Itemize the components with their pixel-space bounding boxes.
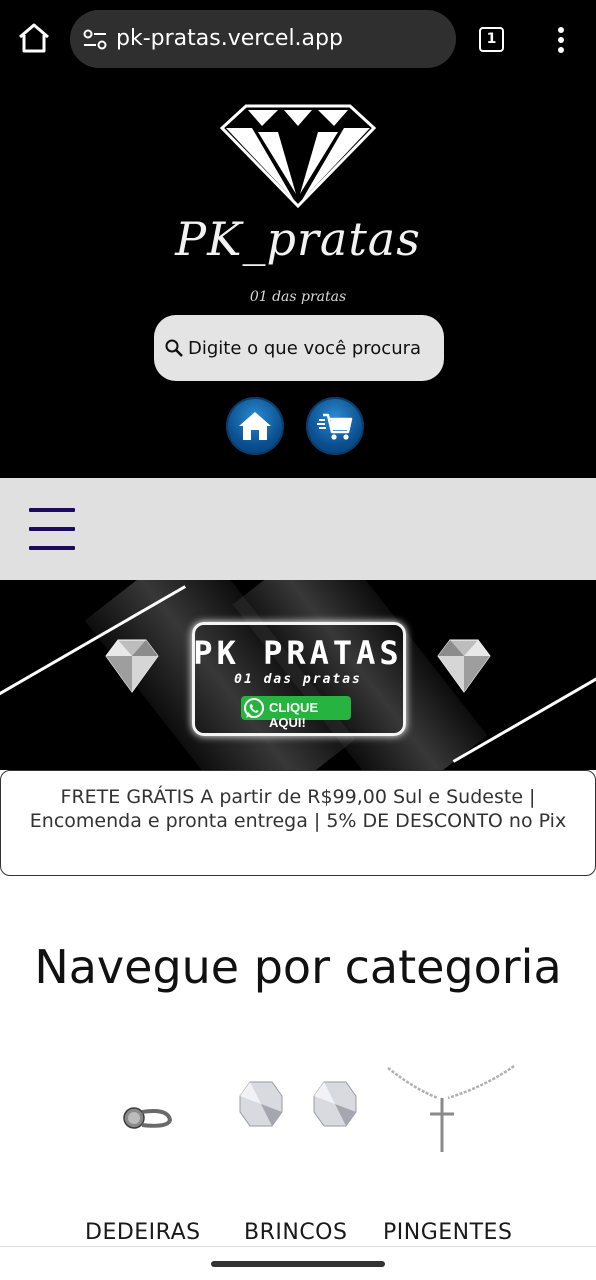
- diamond-logo[interactable]: [218, 104, 378, 208]
- home-button[interactable]: [226, 397, 284, 455]
- cart-button[interactable]: [306, 397, 364, 455]
- earrings-image[interactable]: [236, 1078, 362, 1130]
- search-icon: [165, 339, 183, 357]
- search-placeholder: Digite o que você procura: [188, 338, 422, 359]
- promo-banner[interactable]: PK PRATAS 01 das pratas CLIQUE AQUI!: [0, 580, 596, 770]
- url-text[interactable]: pk-pratas.vercel.app: [116, 26, 343, 51]
- whatsapp-button[interactable]: CLIQUE AQUI!: [241, 696, 351, 730]
- search-input[interactable]: Digite o que você procura: [154, 315, 444, 381]
- ring-image[interactable]: [120, 1098, 174, 1140]
- nav-bar: [0, 478, 596, 580]
- whatsapp-icon: [244, 698, 264, 718]
- category-dedeiras[interactable]: DEDEIRAS: [85, 1220, 201, 1245]
- brand-tagline: 01 das pratas: [249, 289, 347, 305]
- category-heading: Navegue por categoria: [34, 940, 562, 994]
- shipping-notice: FRETE GRÁTIS A partir de R$99,00 Sul e S…: [0, 770, 596, 876]
- browser-toolbar: pk-pratas.vercel.app 1: [0, 0, 596, 80]
- address-bar[interactable]: pk-pratas.vercel.app: [70, 10, 456, 68]
- more-vert-icon[interactable]: [551, 24, 571, 56]
- category-brincos[interactable]: BRINCOS: [244, 1220, 347, 1245]
- banner-title: PK PRATAS: [193, 634, 403, 672]
- home-icon[interactable]: [16, 20, 52, 56]
- brand-name[interactable]: PK_pratas: [0, 212, 596, 266]
- site-header: PK_pratas 01 das pratas Digite o que voc…: [0, 80, 596, 478]
- necklace-image[interactable]: [386, 1062, 516, 1156]
- category-pingentes[interactable]: PINGENTES: [383, 1220, 512, 1245]
- system-navigation-area: [0, 1246, 596, 1280]
- banner-tagline: 01 das pratas: [234, 672, 362, 687]
- home-icon: [239, 412, 271, 440]
- whatsapp-cta[interactable]: CLIQUE AQUI!: [269, 700, 351, 730]
- gesture-handle[interactable]: [211, 1261, 385, 1267]
- tab-switcher-icon[interactable]: 1: [479, 27, 504, 52]
- hamburger-menu-icon[interactable]: [29, 506, 75, 552]
- site-settings-icon[interactable]: [82, 29, 108, 51]
- cart-icon: [317, 413, 353, 440]
